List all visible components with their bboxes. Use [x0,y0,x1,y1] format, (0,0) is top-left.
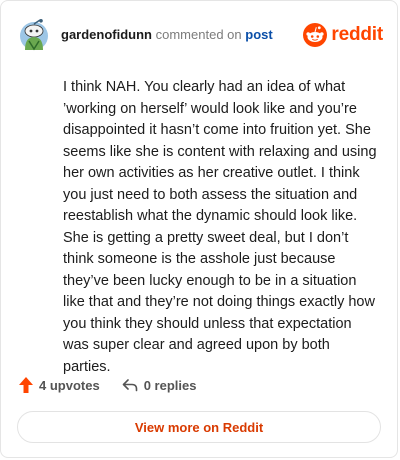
reply-icon [122,379,137,392]
action-text: commented on [155,27,242,42]
reply-count: 0 replies [143,377,197,393]
reddit-wordmark: reddit [331,24,383,45]
comment-actions: 4 upvotes 0 replies [19,377,218,393]
avatar[interactable] [19,19,49,51]
reddit-logo-icon [303,23,328,47]
avatar-icon [20,19,48,51]
upvote-count: 4 upvotes [39,377,100,393]
username-link[interactable]: gardenofidunn [61,27,152,42]
post-link[interactable]: post [245,27,272,42]
comment-meta: gardenofidunn commented on post [61,27,273,43]
upvote-icon [19,377,33,393]
reddit-comment-card: gardenofidunn commented on post reddit I… [0,0,398,458]
view-more-button[interactable]: View more on Reddit [17,411,381,443]
upvote-button[interactable]: 4 upvotes [19,377,100,393]
comment-header: gardenofidunn commented on post reddit [19,15,383,55]
comment-body: I think NAH. You clearly had an idea of … [63,79,377,375]
reply-button[interactable]: 0 replies [122,377,197,393]
reddit-brand[interactable]: reddit [303,23,383,47]
